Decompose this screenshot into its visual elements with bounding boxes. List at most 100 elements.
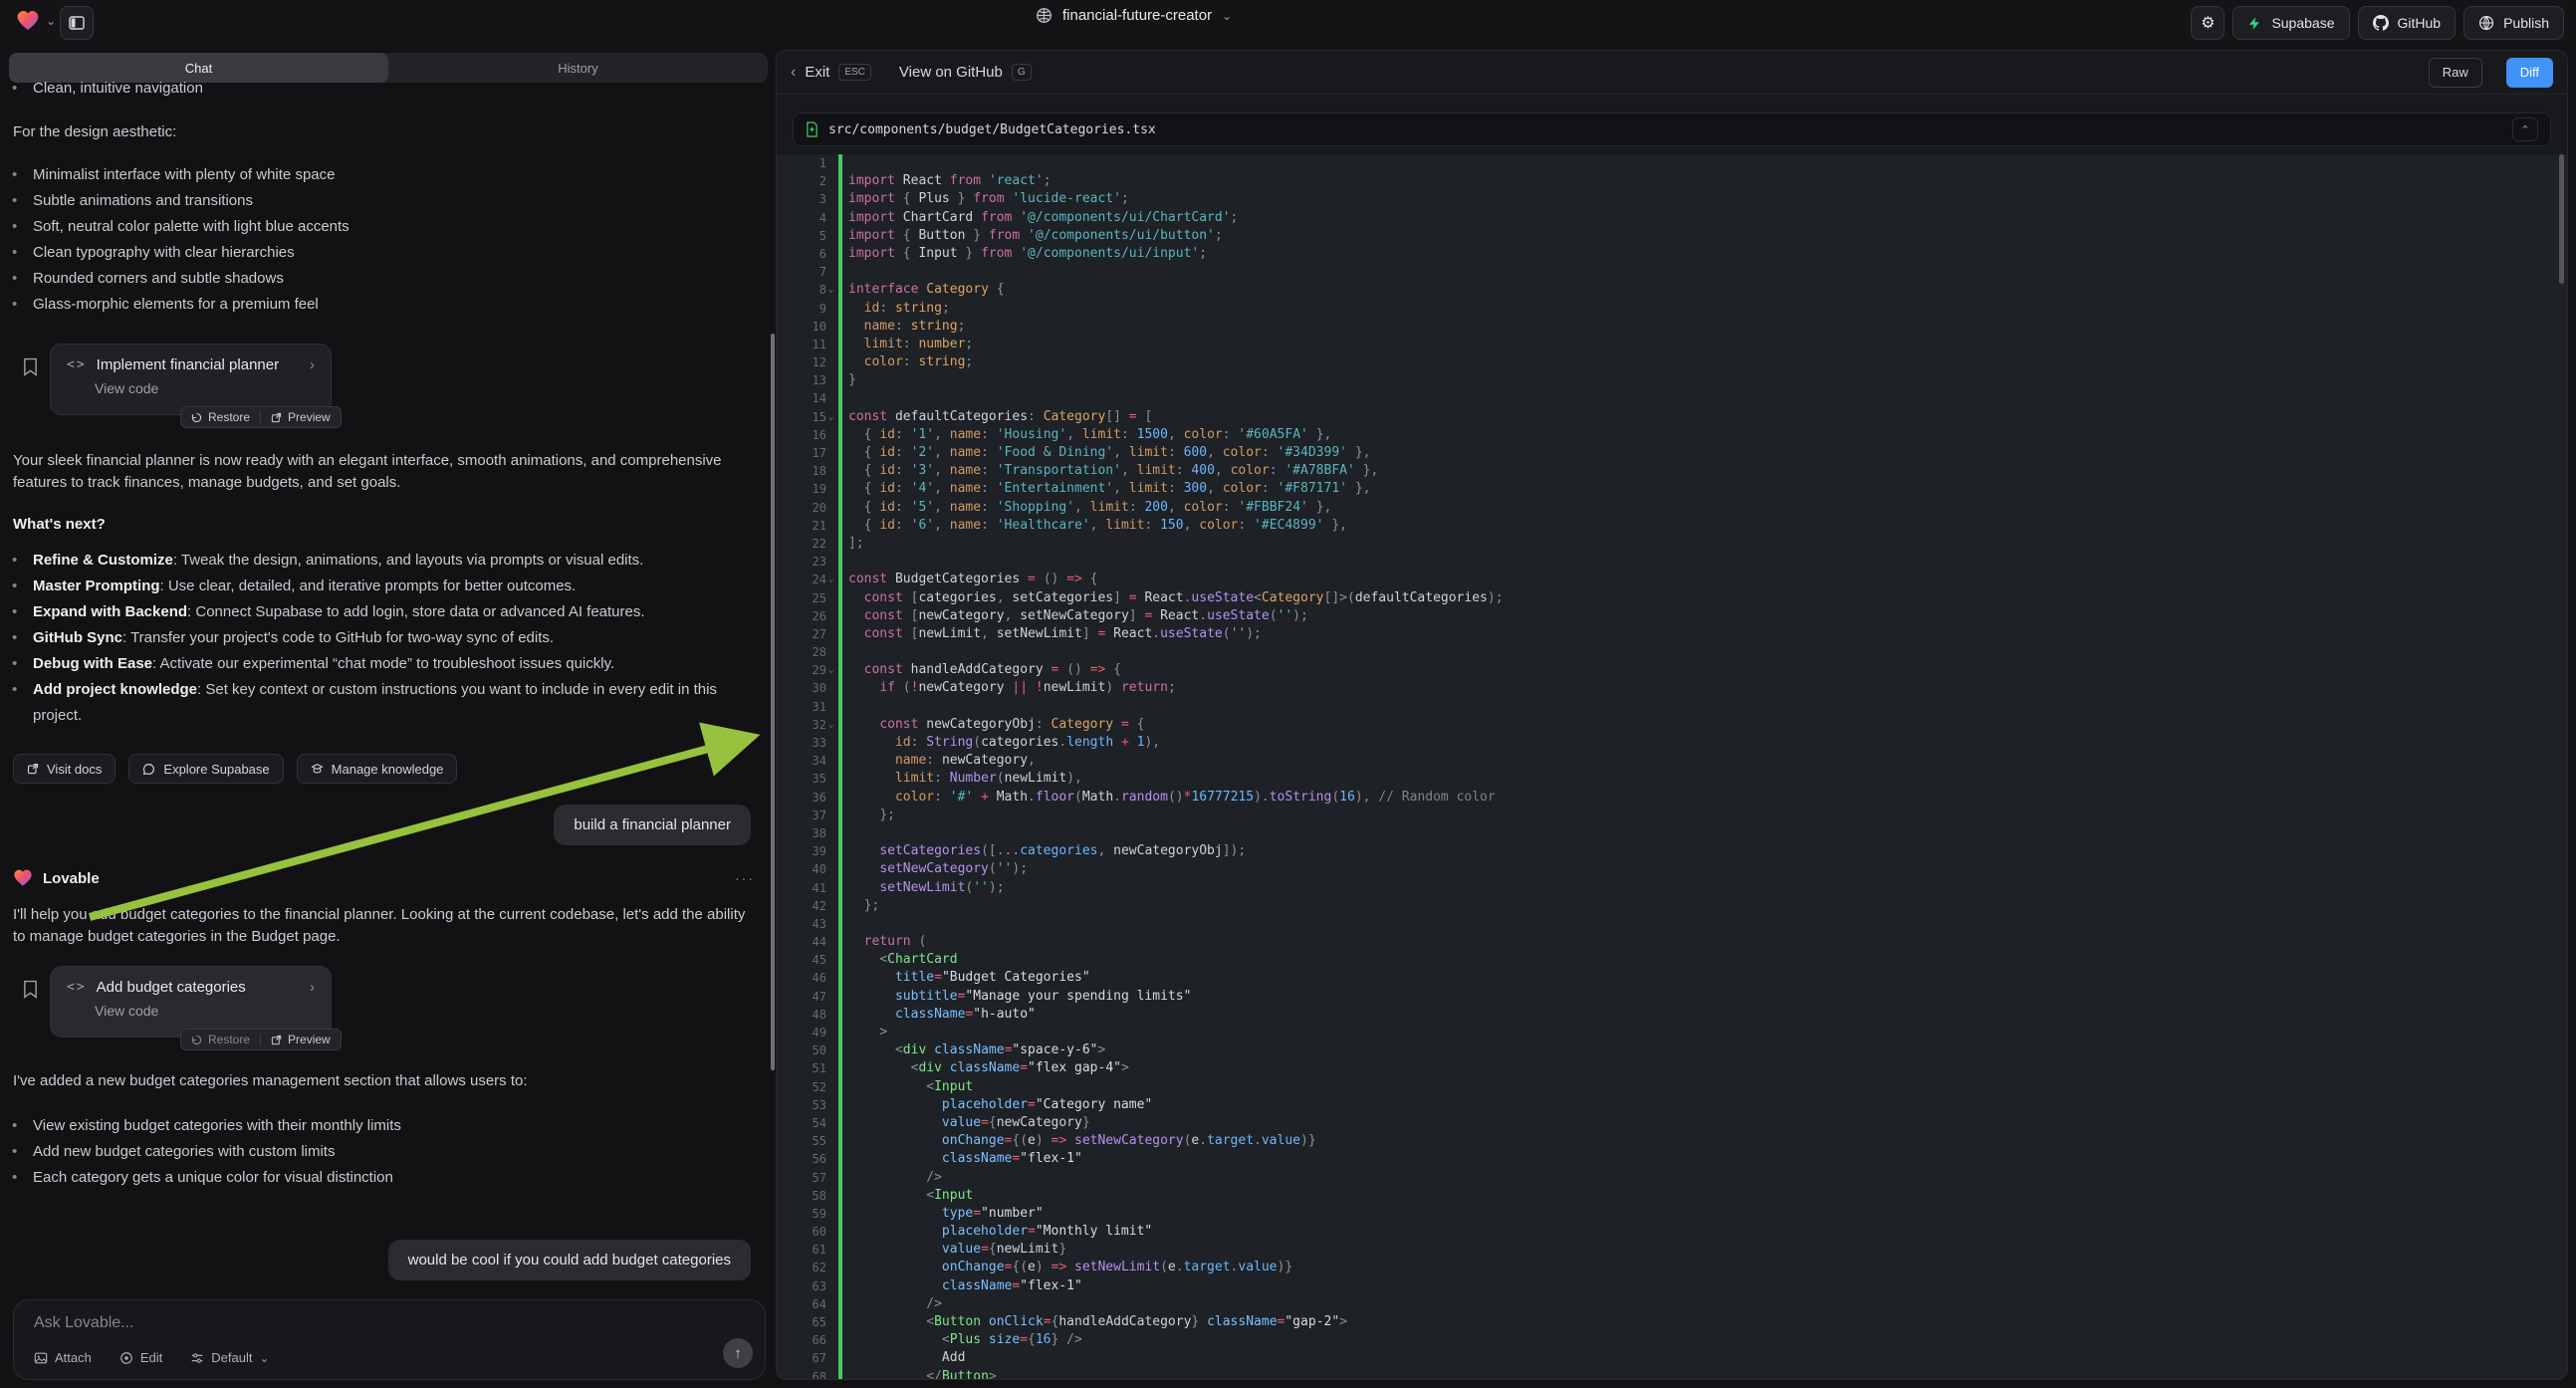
version-card-add-budget-categories[interactable]: <> Add budget categories › View code [50, 966, 332, 1038]
chevron-left-icon: ‹ [791, 64, 796, 82]
restore-button[interactable]: Restore [191, 1033, 250, 1046]
sidebar-toggle-button[interactable] [60, 6, 94, 40]
project-switcher[interactable]: financial-future-creator ⌄ [1036, 7, 1232, 24]
line-number: 29 [777, 661, 826, 679]
version-card-implement-financial-planner[interactable]: <> Implement financial planner › View co… [50, 344, 332, 415]
code-line: 38 [777, 824, 2567, 842]
fold-chevron-icon[interactable]: ⌄ [828, 661, 833, 679]
preview-button[interactable]: Preview [271, 410, 331, 424]
code-line: 65 <Button onClick={handleAddCategory} c… [777, 1313, 2567, 1331]
supabase-button[interactable]: Supabase [2232, 6, 2349, 40]
diff-toggle-button[interactable]: Diff [2506, 58, 2553, 88]
ask-lovable-input[interactable] [34, 1314, 631, 1332]
publish-button[interactable]: Publish [2463, 6, 2564, 40]
user-message-bubble: build a financial planner [554, 805, 751, 845]
line-number: 62 [777, 1259, 826, 1276]
code-line: 64 /> [777, 1295, 2567, 1313]
bookmark-icon[interactable] [23, 357, 38, 376]
line-number: 12 [777, 353, 826, 371]
code-line: 54 value={newCategory} [777, 1114, 2567, 1132]
code-line: 14 [777, 389, 2567, 407]
line-number: 38 [777, 824, 826, 842]
open-preview-icon [271, 1035, 282, 1045]
lovable-logo[interactable]: ⌄ [16, 9, 56, 33]
line-number: 67 [777, 1349, 826, 1367]
line-number: 13 [777, 371, 826, 389]
list-item: Debug with Ease: Activate our experiment… [0, 651, 742, 677]
code-line: 39 setCategories([...categories, newCate… [777, 842, 2567, 860]
fold-chevron-icon[interactable]: ⌄ [828, 281, 833, 299]
line-number: 19 [777, 480, 826, 498]
whats-next-list: Refine & Customize: Tweak the design, an… [0, 548, 742, 729]
preview-button[interactable]: Preview [271, 1033, 331, 1046]
publish-globe-icon [2478, 15, 2494, 31]
restore-button[interactable]: Restore [191, 410, 250, 424]
line-number: 5 [777, 227, 826, 245]
bookmark-icon[interactable] [23, 980, 38, 999]
g-key-badge: G [1012, 64, 1032, 81]
attach-button[interactable]: Attach [34, 1350, 92, 1365]
code-line: 28 [777, 643, 2567, 661]
divider [260, 1034, 261, 1045]
chevron-right-icon: › [310, 356, 315, 373]
view-on-github-button[interactable]: View on GitHub G [899, 64, 1032, 81]
mode-selector[interactable]: Default ⌄ [190, 1350, 269, 1365]
line-number: 56 [777, 1150, 826, 1168]
line-number: 65 [777, 1313, 826, 1331]
view-code-link[interactable]: View code [95, 380, 315, 396]
code-line: 52 <Input [777, 1078, 2567, 1096]
fold-chevron-icon[interactable]: ⌄ [828, 716, 833, 734]
up-arrow-icon: ↑ [734, 1345, 742, 1362]
code-line: 6import { Input } from '@/components/ui/… [777, 245, 2567, 263]
restore-icon [191, 1035, 202, 1045]
top-bar: ⌄ financial-future-creator ⌄ ⚙ Supabase [0, 0, 2576, 46]
code-scrollbar[interactable] [2559, 154, 2564, 284]
collapse-file-button[interactable]: ⌃ [2512, 117, 2538, 141]
sliders-icon [190, 1351, 204, 1365]
code-line: 11 limit: number; [777, 336, 2567, 353]
chat-scrollbar[interactable] [771, 334, 775, 1070]
code-line: 2import React from 'react'; [777, 172, 2567, 190]
code-line: 27 const [newLimit, setNewLimit] = React… [777, 625, 2567, 643]
line-number: 3 [777, 190, 826, 208]
code-line: 5import { Button } from '@/components/ui… [777, 227, 2567, 245]
chevron-down-icon: ⌄ [259, 1351, 269, 1365]
code-line: 29⌄ const handleAddCategory = () => { [777, 661, 2567, 679]
line-number: 18 [777, 462, 826, 480]
line-number: 41 [777, 879, 826, 897]
line-number: 63 [777, 1277, 826, 1295]
explore-supabase-button[interactable]: Explore Supabase [128, 754, 283, 784]
list-item: Add project knowledge: Set key context o… [0, 677, 742, 729]
exit-button[interactable]: ‹ Exit ESC [791, 64, 871, 82]
visit-docs-button[interactable]: Visit docs [13, 754, 116, 784]
send-button[interactable]: ↑ [723, 1338, 753, 1368]
fold-chevron-icon[interactable]: ⌄ [828, 408, 833, 426]
code-line: 7 [777, 263, 2567, 281]
code-line: 13} [777, 371, 2567, 389]
code-line: 8⌄interface Category { [777, 281, 2567, 299]
line-number: 20 [777, 499, 826, 517]
github-label: GitHub [2398, 15, 2442, 31]
file-bar[interactable]: src/components/budget/BudgetCategories.t… [793, 113, 2551, 146]
settings-button[interactable]: ⚙ [2191, 6, 2225, 40]
view-code-link[interactable]: View code [95, 1003, 315, 1019]
github-button[interactable]: GitHub [2358, 6, 2457, 40]
line-number: 47 [777, 988, 826, 1006]
line-number: 64 [777, 1295, 826, 1313]
fold-chevron-icon[interactable]: ⌄ [828, 571, 833, 588]
code-line: 10 name: string; [777, 318, 2567, 336]
line-number: 9 [777, 300, 826, 318]
code-line: 56 className="flex-1" [777, 1150, 2567, 1168]
code-line: 3import { Plus } from 'lucide-react'; [777, 190, 2567, 208]
project-name: financial-future-creator [1062, 7, 1212, 24]
edit-button[interactable]: Edit [119, 1350, 162, 1365]
code-line: 19 { id: '4', name: 'Entertainment', lim… [777, 480, 2567, 498]
message-menu-button[interactable]: ··· [735, 870, 755, 886]
code-line: 9 id: string; [777, 300, 2567, 318]
list-item: GitHub Sync: Transfer your project's cod… [0, 625, 742, 651]
line-number: 57 [777, 1169, 826, 1187]
list-item: Expand with Backend: Connect Supabase to… [0, 599, 742, 625]
manage-knowledge-button[interactable]: Manage knowledge [297, 754, 458, 784]
code-line: 33 id: String(categories.length + 1), [777, 734, 2567, 752]
raw-toggle-button[interactable]: Raw [2429, 58, 2482, 88]
